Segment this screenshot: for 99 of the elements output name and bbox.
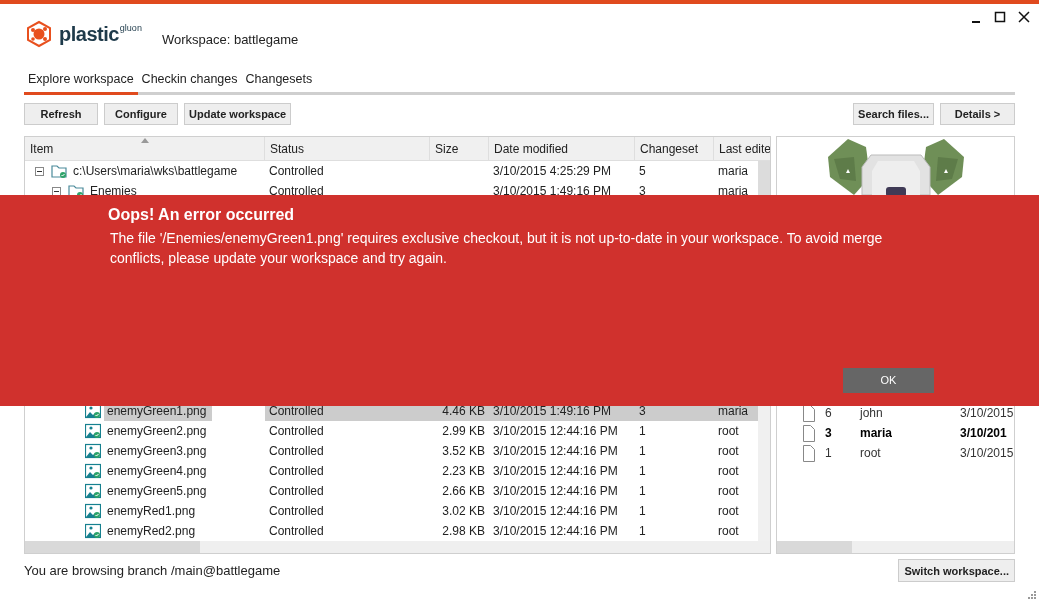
table-cell: 3/10/2015 4:25:29 PM (493, 164, 612, 179)
table-cell: Controlled (269, 504, 324, 519)
table-cell: maria (718, 164, 748, 179)
table-cell: Controlled (269, 164, 324, 179)
table-cell: maria (718, 184, 748, 199)
document-icon (802, 444, 816, 462)
image-file-icon (85, 463, 101, 480)
table-cell: 1 (639, 524, 646, 539)
table-cell: 3.02 KB (442, 504, 485, 519)
column-header[interactable]: Item (25, 137, 265, 161)
table-cell: root (718, 444, 739, 459)
details-button[interactable]: Details > (940, 103, 1015, 126)
table-cell: Controlled (269, 524, 324, 539)
logo-suffix: gluon (119, 22, 142, 34)
column-header[interactable]: Size (430, 137, 489, 161)
refresh-button[interactable]: Refresh (24, 103, 98, 126)
table-cell: Controlled (269, 444, 324, 459)
author-name: maria (860, 425, 894, 443)
item-name[interactable]: enemyGreen5.png (104, 481, 213, 502)
table-cell: root (718, 424, 739, 439)
table-cell: 2.98 KB (442, 524, 485, 539)
item-name[interactable]: enemyRed2.png (104, 521, 202, 542)
changeset-date: 3/10/2015 (960, 445, 1014, 463)
table-cell: 1 (639, 464, 646, 479)
image-file-icon (85, 483, 101, 500)
table-cell: Controlled (269, 424, 324, 439)
search-files-button[interactable]: Search files... (853, 103, 934, 126)
table-cell: 4.46 KB (442, 404, 485, 419)
logo-icon (25, 20, 53, 48)
logo-text: plastic (59, 22, 119, 46)
table-cell: 3.52 KB (442, 444, 485, 459)
folder-icon (51, 163, 67, 180)
tab[interactable]: Changesets (241, 69, 317, 96)
changeset-number[interactable]: 1 (825, 444, 860, 463)
error-title: Oops! An error occurred (108, 205, 295, 225)
horizontal-scrollbar[interactable] (777, 541, 1014, 554)
error-message: The file '/Enemies/enemyGreen1.png' requires exclusive checkout, but it is not up-to-date in your workspace. To avoid merge conflicts, please update your workspace and try again. (110, 229, 884, 268)
resize-grip-icon[interactable] (1027, 590, 1036, 599)
changeset-date: 3/10/2015 (960, 405, 1014, 423)
table-cell: Controlled (269, 404, 324, 419)
item-name[interactable]: enemyGreen4.png (104, 461, 213, 482)
table-cell: 1 (639, 484, 646, 499)
tab[interactable]: Checkin changes (137, 69, 242, 96)
maximize-icon[interactable] (993, 10, 1007, 24)
table-cell: 3/10/2015 12:44:16 PM (493, 464, 618, 479)
table-cell: 2.23 KB (442, 464, 485, 479)
image-file-icon (85, 443, 101, 460)
table-cell: 3/10/2015 1:49:16 PM (493, 404, 612, 419)
tab[interactable]: Explore workspace (24, 69, 138, 96)
table-cell: 2.99 KB (442, 424, 485, 439)
item-name[interactable]: enemyRed1.png (104, 501, 202, 522)
table-cell: Controlled (269, 484, 324, 499)
document-icon (802, 404, 816, 422)
workspace-title: Workspace: battlegame (161, 31, 299, 49)
author-name: john (860, 405, 884, 423)
document-icon (802, 424, 816, 442)
table-cell: root (718, 524, 739, 539)
status-text: You are browsing branch /main@battlegame (24, 562, 281, 580)
table-cell: maria (718, 404, 748, 419)
changeset-number[interactable]: 6 (825, 404, 860, 423)
image-file-icon (85, 503, 101, 520)
table-cell: 3/10/2015 12:44:16 PM (493, 524, 618, 539)
table-cell: root (718, 504, 739, 519)
table-cell: 3 (639, 404, 646, 419)
item-name[interactable]: enemyGreen2.png (104, 421, 213, 442)
table-cell: 1 (639, 504, 646, 519)
horizontal-scrollbar[interactable] (25, 541, 770, 554)
author-name: root (860, 445, 882, 463)
item-name[interactable]: c:\Users\maria\wks\battlegame (70, 161, 244, 182)
close-icon[interactable] (1017, 10, 1031, 24)
update-workspace-button[interactable]: Update workspace (184, 103, 292, 126)
column-header[interactable]: Changeset (635, 137, 714, 161)
table-cell: Controlled (269, 184, 324, 199)
table-cell: 3/10/2015 12:44:16 PM (493, 444, 618, 459)
table-cell: root (718, 484, 739, 499)
table-cell: Controlled (269, 464, 324, 479)
image-file-icon (85, 423, 101, 440)
changeset-date: 3/10/201 (960, 425, 1007, 443)
item-name[interactable]: enemyGreen3.png (104, 441, 213, 462)
collapse-icon[interactable] (35, 166, 44, 176)
table-cell: 5 (639, 164, 646, 179)
image-file-icon (85, 523, 101, 540)
switch-workspace-button[interactable]: Switch workspace... (898, 559, 1015, 583)
table-cell: 2.66 KB (442, 484, 485, 499)
table-cell: 3/10/2015 1:49:16 PM (493, 184, 612, 199)
table-cell: 3 (639, 184, 646, 199)
table-cell: root (718, 464, 739, 479)
table-cell: 3/10/2015 12:44:16 PM (493, 424, 618, 439)
column-header[interactable]: Status (265, 137, 430, 161)
column-header[interactable]: Last edite (714, 137, 770, 161)
table-cell: 1 (639, 424, 646, 439)
configure-button[interactable]: Configure (104, 103, 178, 126)
table-cell: 3/10/2015 12:44:16 PM (493, 504, 618, 519)
sort-arrow-icon (140, 138, 149, 144)
changeset-number[interactable]: 3 (825, 424, 860, 443)
ok-button[interactable]: OK (843, 368, 934, 393)
table-cell: 3/10/2015 12:44:16 PM (493, 484, 618, 499)
table-cell: 1 (639, 444, 646, 459)
column-header[interactable]: Date modified (489, 137, 635, 161)
